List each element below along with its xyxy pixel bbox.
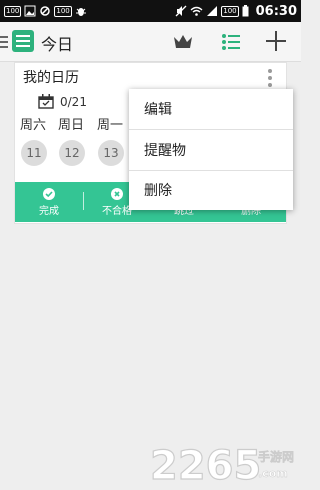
- menu-item-edit[interactable]: 编辑: [129, 89, 293, 129]
- card-title: 我的日历: [23, 70, 79, 86]
- watermark-logo: 2265 手游网 .com: [150, 442, 294, 487]
- svg-text:手游网: 手游网: [258, 449, 294, 464]
- weekday-label: 周日: [58, 118, 85, 133]
- progress-row: 0/21: [38, 94, 87, 109]
- nav-drawer-icon[interactable]: [0, 35, 8, 49]
- page-title: 今日: [41, 35, 74, 54]
- fail-label: 不合格: [102, 205, 132, 217]
- svg-text:.com: .com: [258, 467, 288, 480]
- weekday-label: 周一: [97, 118, 124, 133]
- clock: 06:30: [255, 3, 297, 19]
- x-circle-icon: [111, 187, 123, 200]
- check-circle-icon: [43, 187, 55, 200]
- popup-menu: 编辑 提醒物 删除: [129, 89, 293, 210]
- status-badge-left-2: 100: [54, 5, 72, 17]
- list-icon[interactable]: [220, 31, 242, 53]
- mute-icon: [175, 5, 187, 17]
- progress-count: 0/21: [60, 94, 87, 109]
- more-options-icon[interactable]: [266, 67, 274, 89]
- image-icon: [24, 5, 36, 17]
- status-bar: 100 100 100 06:30: [0, 0, 301, 22]
- date-cell[interactable]: 11: [21, 140, 47, 166]
- crown-icon[interactable]: [172, 31, 194, 53]
- bug-icon: [75, 8, 86, 16]
- complete-button[interactable]: 完成: [16, 182, 82, 222]
- wifi-icon: [190, 6, 203, 16]
- signal-icon: [207, 6, 218, 16]
- complete-label: 完成: [39, 205, 59, 217]
- notification-icon: [40, 6, 51, 16]
- menu-item-delete[interactable]: 删除: [129, 170, 293, 210]
- date-cell[interactable]: 12: [59, 140, 85, 166]
- weekday-label: 周六: [20, 118, 47, 133]
- date-cell[interactable]: 13: [98, 140, 124, 166]
- status-badge-left: 100: [4, 5, 22, 17]
- calendar-logo-icon[interactable]: [12, 30, 34, 52]
- menu-item-reminder[interactable]: 提醒物: [129, 130, 293, 170]
- battery-icon: [242, 5, 249, 17]
- svg-text:2265: 2265: [150, 443, 261, 487]
- battery-badge: 100: [221, 5, 239, 17]
- app-bar: 今日: [0, 22, 301, 62]
- add-icon[interactable]: [264, 29, 288, 53]
- calendar-icon: [38, 94, 54, 109]
